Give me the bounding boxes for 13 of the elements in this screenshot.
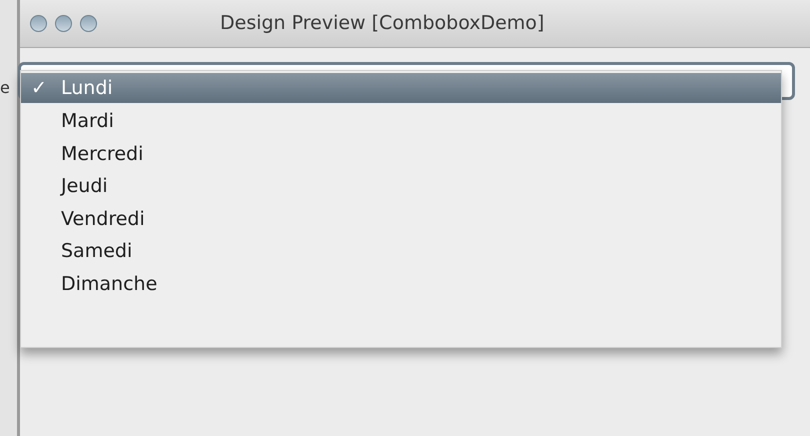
window-control-button[interactable] (55, 15, 72, 32)
menu-item[interactable]: Mardi (21, 105, 781, 138)
label-text: e (0, 78, 10, 98)
menu-item[interactable]: Vendredi (21, 202, 781, 235)
menu-item[interactable]: Samedi (21, 235, 781, 268)
window-control-button[interactable] (30, 15, 47, 32)
menu-item[interactable]: Dimanche (21, 268, 781, 300)
menu-item[interactable]: Mercredi (21, 138, 781, 170)
check-mark: ✓ (31, 76, 47, 99)
window-title: Design Preview [ComboboxDemo] (220, 11, 544, 36)
window-control-button[interactable] (80, 15, 97, 32)
menu-item[interactable]: Jeudi (21, 170, 781, 202)
menu-item[interactable]: ✓ Lundi (21, 73, 781, 103)
